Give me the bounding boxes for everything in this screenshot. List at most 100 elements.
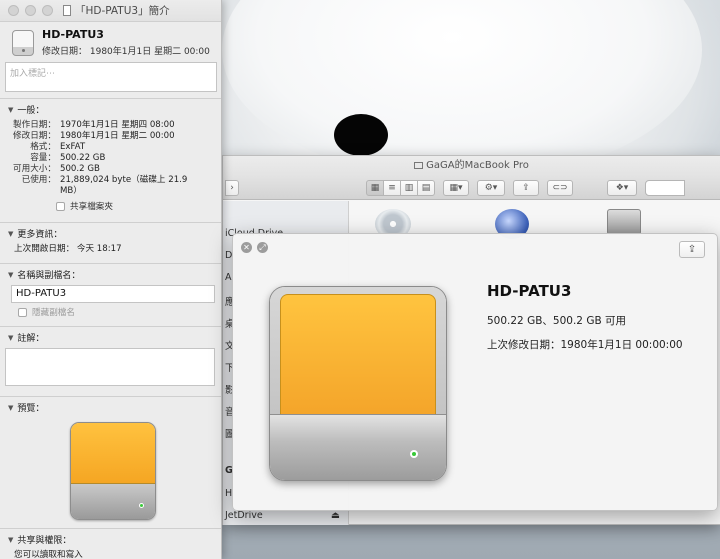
disclosure-triangle-icon[interactable]: ▼ <box>8 334 13 342</box>
name-ext-header[interactable]: ▼ 名稱與副檔名： <box>8 268 215 282</box>
disclosure-triangle-icon[interactable]: ▼ <box>8 271 13 279</box>
name-input[interactable]: HD-PATU3 <box>11 285 215 303</box>
capacity-row: 容量： 500.22 GB <box>8 153 215 164</box>
list-view-button[interactable]: ≡ <box>383 179 401 196</box>
info-title-text: 「HD-PATU3」簡介 <box>75 5 170 17</box>
info-titlebar: 「HD-PATU3」簡介 <box>0 0 221 22</box>
general-header-label: 一般： <box>17 106 45 116</box>
used-value: 21,889,024 byte（磁碟上 21.9 MB） <box>60 175 188 196</box>
chevron-right-icon: › <box>230 182 234 193</box>
info-window-title: 「HD-PATU3」簡介 <box>63 3 170 18</box>
hide-ext-row[interactable]: 隱藏副檔名 <box>8 306 215 318</box>
document-icon <box>63 5 71 16</box>
column-view-button[interactable]: ▥ <box>400 179 418 196</box>
available-value: 500.2 GB <box>60 164 100 174</box>
columns-icon: ▥ <box>404 182 414 193</box>
preview-header-label: 預覽： <box>17 404 45 414</box>
dropbox-icon: ❖▾ <box>615 182 629 193</box>
preview-drive-icon <box>70 422 156 520</box>
name-ext-header-label: 名稱與副檔名： <box>17 271 81 281</box>
tag-button[interactable]: ⊂⊃ <box>547 179 573 196</box>
hide-ext-checkbox[interactable] <box>18 307 27 317</box>
last-opened: 上次開啟日期： 今天 18:17 <box>8 244 215 255</box>
available-label: 可用大小： <box>13 164 56 174</box>
more-info-header[interactable]: ▼ 更多資訊： <box>8 227 215 241</box>
preview-header[interactable]: ▼ 預覽： <box>8 401 215 415</box>
comments-header[interactable]: ▼ 註解： <box>8 331 215 345</box>
used-label: 已使用： <box>21 175 56 185</box>
forward-button[interactable]: › <box>225 179 239 196</box>
sidebar-item-jetdrive[interactable]: JetDrive <box>225 510 263 521</box>
grid-icon: ▦ <box>370 182 380 193</box>
wallpaper-robot-eye <box>334 114 388 156</box>
close-window-button[interactable] <box>8 5 19 16</box>
sharing-section: ▼ 共享與權限： 您可以讀取和寫入 <box>0 528 221 559</box>
sharing-header-label: 共享與權限： <box>17 536 72 546</box>
share-icon: ⇪ <box>687 244 697 255</box>
action-button[interactable]: ⚙▾ <box>477 179 505 196</box>
get-info-window[interactable]: 「HD-PATU3」簡介 HD-PATU3 修改日期： 1980年1月1日 星期… <box>0 0 222 559</box>
ql-fullscreen-button[interactable]: ⤢ <box>257 242 268 253</box>
modified-summary: 修改日期： 1980年1月1日 星期二 00:00 <box>42 47 210 57</box>
comments-input[interactable] <box>5 348 215 386</box>
zoom-window-button[interactable] <box>42 5 53 16</box>
more-info-section: ▼ 更多資訊： 上次開啟日期： 今天 18:17 <box>0 222 221 259</box>
computer-icon <box>414 162 424 169</box>
ql-drive-name: HD-PATU3 <box>487 282 572 300</box>
sharing-header[interactable]: ▼ 共享與權限： <box>8 533 215 547</box>
finder-toolbar: › ▦ ≡ ▥ ▤ ▦▾ ⚙▾ ⇪ ⊂⊃ ❖▾ <box>223 176 720 200</box>
tags-input[interactable]: 加入標記⋯ <box>5 62 217 92</box>
shared-folder-checkbox[interactable] <box>56 201 65 211</box>
general-section: ▼ 一般： 製作日期： 1970年1月1日 星期四 08:00 修改日期： 1980年… <box>0 98 221 216</box>
preview-section: ▼ 預覽： <box>0 396 221 528</box>
wallpaper-robot-head <box>222 0 702 180</box>
capacity-value: 500.22 GB <box>60 153 106 163</box>
comments-header-label: 註解： <box>17 334 45 344</box>
arrange-button[interactable]: ▦▾ <box>443 179 469 196</box>
finder-title-text: GaGA的MacBook Pro <box>426 160 529 171</box>
tag-icon: ⊂⊃ <box>552 182 568 193</box>
sidebar-item-a[interactable]: A <box>225 272 232 283</box>
share-icon: ⇪ <box>522 182 530 193</box>
sharing-status-text: 您可以讀取和寫入 <box>14 550 83 559</box>
format-row: 格式： ExFAT <box>8 142 215 153</box>
modified-row: 修改日期： 1980年1月1日 星期二 00:00 <box>8 131 215 142</box>
large-drive-icon <box>269 286 447 481</box>
ql-share-button[interactable]: ⇪ <box>679 241 705 258</box>
minimize-window-button[interactable] <box>25 5 36 16</box>
ql-drive-size: 500.22 GB、500.2 GB 可用 <box>487 315 626 327</box>
gear-icon: ⚙▾ <box>484 182 498 193</box>
icon-view-button[interactable]: ▦ <box>366 179 384 196</box>
more-info-header-label: 更多資訊： <box>17 230 63 240</box>
ql-close-button[interactable]: ✕ <box>241 242 252 253</box>
external-drive-icon <box>12 29 34 56</box>
coverflow-view-button[interactable]: ▤ <box>417 179 435 196</box>
finder-search-field[interactable] <box>645 179 685 196</box>
sharing-status: 您可以讀取和寫入 <box>8 550 215 559</box>
eject-icon[interactable]: ⏏ <box>331 510 340 521</box>
arrange-icon: ▦▾ <box>449 182 463 193</box>
format-label: 格式： <box>30 142 56 152</box>
hide-ext-label: 隱藏副檔名 <box>32 308 75 318</box>
internal-disk-icon[interactable] <box>607 209 641 235</box>
finder-share-button[interactable]: ⇪ <box>513 179 539 196</box>
created-label: 製作日期： <box>13 120 56 130</box>
shared-folder-label: 共享檔案夾 <box>70 202 113 212</box>
shared-folder-row[interactable]: 共享檔案夾 <box>8 200 215 212</box>
modified-label: 修改日期： <box>13 131 56 141</box>
disclosure-triangle-icon[interactable]: ▼ <box>8 404 13 412</box>
ql-modified-date: 上次修改日期：1980年1月1日 00:00:00 <box>487 339 683 351</box>
disclosure-triangle-icon[interactable]: ▼ <box>8 106 13 114</box>
disclosure-triangle-icon[interactable]: ▼ <box>8 230 13 238</box>
quicklook-panel[interactable]: ✕ ⤢ ⇪ HD-PATU3 500.22 GB、500.2 GB 可用 上次修… <box>232 233 718 511</box>
created-value: 1970年1月1日 星期四 08:00 <box>60 120 175 130</box>
general-header[interactable]: ▼ 一般： <box>8 103 215 117</box>
view-mode-control: ▦ ≡ ▥ ▤ <box>366 179 435 196</box>
comments-section: ▼ 註解： <box>0 326 221 392</box>
used-row: 已使用： 21,889,024 byte（磁碟上 21.9 MB） <box>8 175 215 197</box>
list-icon: ≡ <box>388 182 396 193</box>
fullscreen-icon: ⤢ <box>259 243 266 252</box>
modified-value: 1980年1月1日 星期二 00:00 <box>60 131 175 141</box>
dropbox-button[interactable]: ❖▾ <box>607 179 637 196</box>
disclosure-triangle-icon[interactable]: ▼ <box>8 536 13 544</box>
